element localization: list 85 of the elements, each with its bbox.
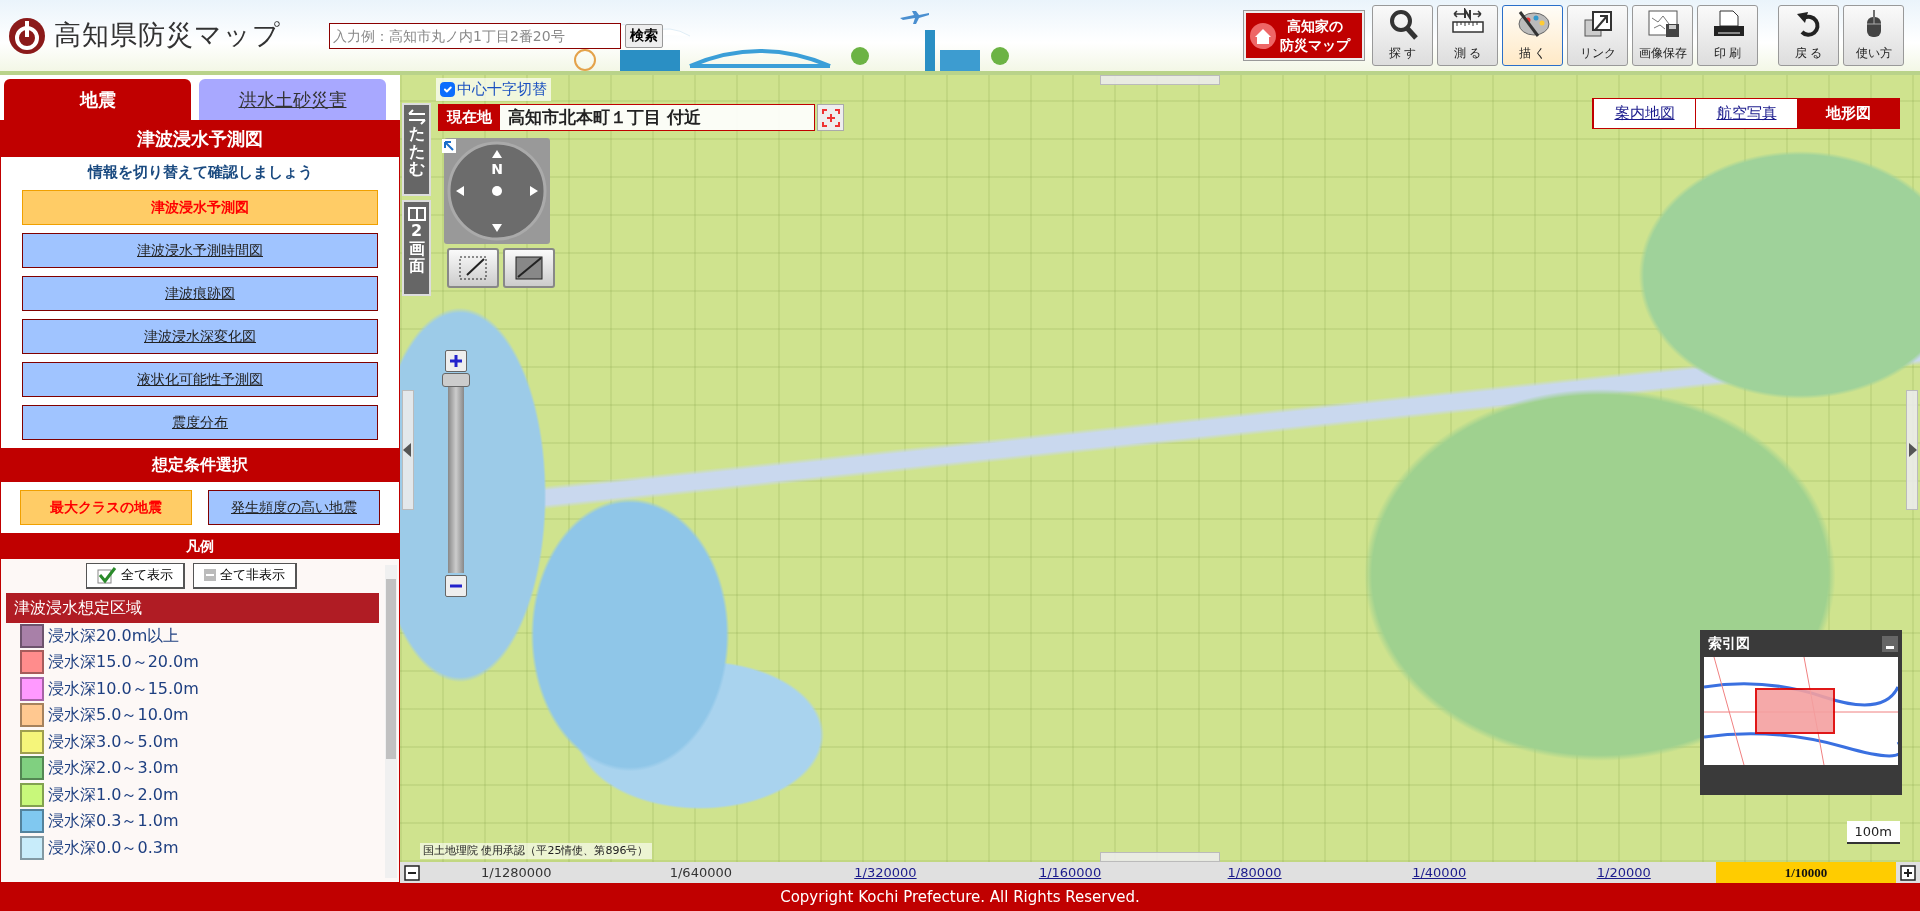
hide-all-button[interactable]: 全て非表示 <box>192 562 297 589</box>
zoom-in-box-button[interactable] <box>503 248 555 288</box>
right-panel-handle[interactable] <box>1906 390 1918 510</box>
legend-label: 浸水深1.0～2.0m <box>48 783 179 806</box>
corner-arrow-icon <box>442 139 456 153</box>
crosshair-button[interactable] <box>817 104 844 131</box>
plus-icon <box>449 354 463 368</box>
crosshair-icon <box>821 108 840 127</box>
zoom-out-box-button[interactable] <box>447 248 499 288</box>
scale-link[interactable]: 1/20000 <box>1531 862 1717 883</box>
index-map-title: 索引図 <box>1707 634 1751 653</box>
search-button[interactable]: 検索 <box>625 23 663 48</box>
legend-label: 浸水深5.0～10.0m <box>48 704 189 727</box>
toolbar-button[interactable]: 画像保存 <box>1632 5 1693 66</box>
legend-label: 浸水深0.0～0.3m <box>48 836 179 859</box>
split-view-button[interactable]: 2画面 <box>402 200 431 296</box>
collapse-button[interactable]: たたむ <box>402 103 431 196</box>
map-type-button[interactable]: 津波浸水予測時間図 <box>22 232 378 268</box>
toolbar-button[interactable]: 測 る <box>1437 5 1498 66</box>
plus-box-icon <box>1900 865 1917 882</box>
category-tab[interactable]: 洪水土砂災害 <box>199 79 386 120</box>
banner-text: 防災マップ <box>1280 35 1350 55</box>
checkmark-icon <box>96 566 117 584</box>
location-address: 高知市北本町１丁目 付近 <box>507 105 702 129</box>
house-icon <box>1250 22 1276 49</box>
banner-text: 高知家の <box>1286 16 1344 36</box>
minimize-icon <box>1886 645 1894 649</box>
zoom-in-scale-button[interactable] <box>1900 862 1917 883</box>
condition-button[interactable]: 発生頻度の高い地震 <box>208 489 380 525</box>
minus-box-icon <box>404 865 420 882</box>
map-tile-placeholder[interactable] <box>400 75 1920 862</box>
toolbar-button[interactable]: 印 刷 <box>1697 5 1758 66</box>
toolbar-button[interactable]: 描 く <box>1502 5 1563 66</box>
scrollbar[interactable] <box>385 564 397 878</box>
scale-link[interactable]: 1/80000 <box>1162 862 1347 883</box>
copyright-text: Copyright Kochi Prefecture. All Rights Reserved. <box>0 883 1920 911</box>
toolbar-button[interactable]: 探 す <box>1372 5 1433 66</box>
panel-heading: 凡例 <box>0 532 400 559</box>
legend-label: 浸水深20.0m以上 <box>48 624 180 647</box>
map-attribution: 国土地理院 使用承認（平25情使、第896号） <box>420 842 652 859</box>
site-title: 高知県防災マップ <box>54 18 281 53</box>
panel-subtitle: 情報を切り替えて確認しましょう <box>87 162 313 183</box>
left-panel-handle[interactable] <box>402 390 414 510</box>
image-save-icon <box>1645 8 1680 40</box>
zoom-out-scale-button[interactable] <box>404 862 420 883</box>
show-all-button[interactable]: 全て表示 <box>85 562 185 589</box>
right-triangle-icon <box>1909 443 1917 457</box>
crosshair-checkbox[interactable] <box>440 81 455 97</box>
legend-label: 浸水深10.0～15.0m <box>48 677 199 700</box>
map-type-button[interactable]: 震度分布 <box>22 404 378 440</box>
direction-pad[interactable]: N <box>444 138 550 244</box>
split-screen-icon <box>406 206 427 222</box>
panel-heading: 津波浸水予測図 <box>0 120 400 157</box>
zoom-in-button[interactable] <box>445 350 467 372</box>
home-banner-button[interactable]: 高知家の 防災マップ <box>1244 11 1364 60</box>
minus-square-icon <box>203 569 216 581</box>
scale-link[interactable]: 1/40000 <box>1346 862 1532 883</box>
scale-label: 1/1280000 <box>480 863 553 882</box>
scale-link[interactable]: 1/160000 <box>977 862 1163 883</box>
minimize-button[interactable] <box>1882 635 1898 652</box>
zoom-out-button[interactable] <box>445 575 467 597</box>
toolbar-button[interactable]: 使い方 <box>1843 5 1904 66</box>
scale-label[interactable]: 1/10000 <box>1716 862 1897 883</box>
map-type-button[interactable]: 津波浸水深変化図 <box>22 318 378 354</box>
top-panel-handle[interactable] <box>1100 75 1220 85</box>
category-tab[interactable]: 地震 <box>4 79 191 120</box>
legend-label: 浸水深0.3～1.0m <box>48 810 179 833</box>
panel-heading: 想定条件選択 <box>0 447 400 482</box>
logo-icon <box>8 16 46 55</box>
map-type-button[interactable]: 津波痕跡図 <box>22 275 378 311</box>
toolbar-button[interactable]: 戻 る <box>1778 5 1839 66</box>
map-type-button[interactable]: 液状化可能性予測図 <box>22 361 378 397</box>
map-layer-tab[interactable]: 地形図 <box>1797 99 1899 128</box>
legend-group-title: 津波浸水想定区域 <box>6 592 379 623</box>
legend-label: 浸水深15.0～20.0m <box>48 651 199 674</box>
legend-label: 浸水深2.0～3.0m <box>48 757 179 780</box>
zoom-slider-thumb[interactable] <box>442 373 470 387</box>
bottom-panel-handle[interactable] <box>1100 852 1220 862</box>
toolbar-button[interactable]: リンク <box>1567 5 1628 66</box>
scale-link[interactable]: 1/320000 <box>793 862 978 883</box>
scale-label: 1/640000 <box>668 863 733 882</box>
legend-label: 浸水深3.0～5.0m <box>48 730 179 753</box>
swap-arrows-icon <box>406 109 427 125</box>
location-label: 現在地 <box>439 105 500 130</box>
left-triangle-icon <box>403 443 411 457</box>
